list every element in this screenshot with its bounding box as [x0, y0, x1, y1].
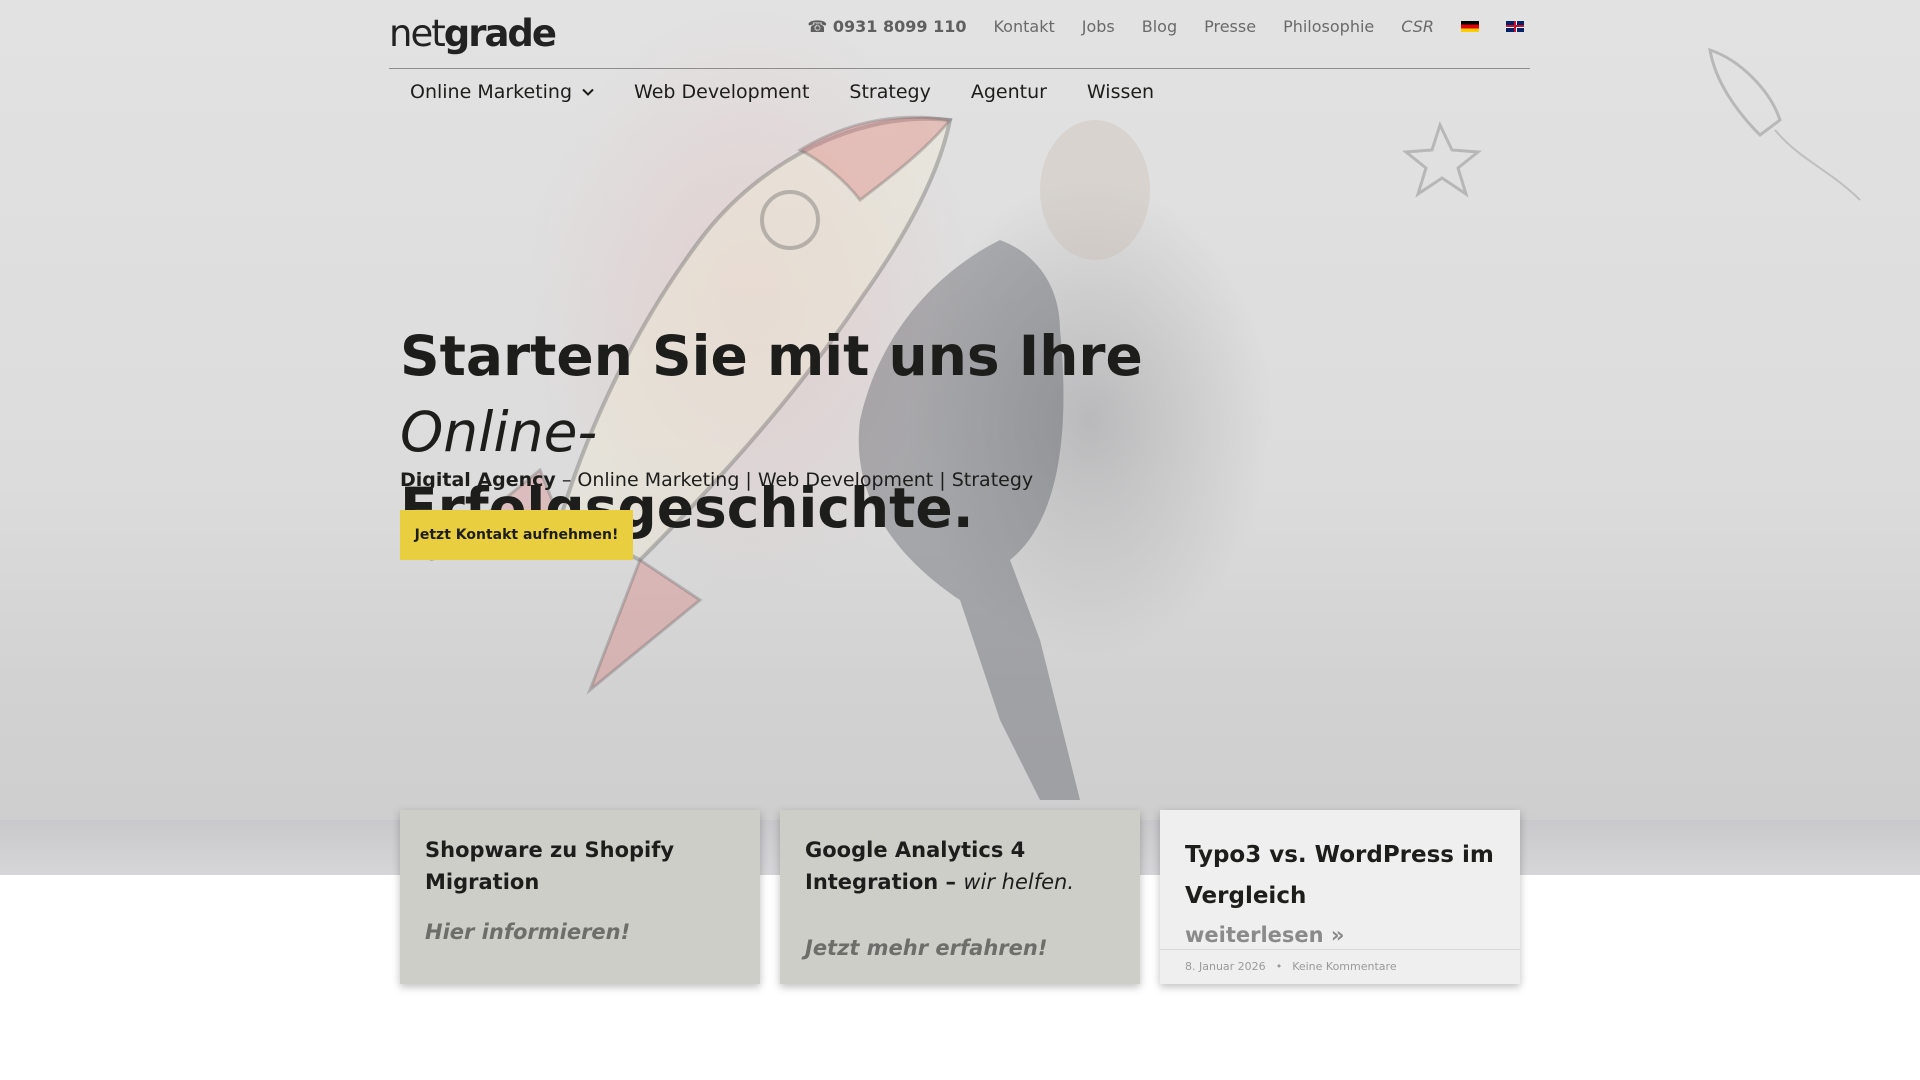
nav-item-wissen[interactable]: Wissen	[1087, 81, 1154, 103]
card-title: Google Analytics 4 Integration – wir hel…	[805, 834, 1116, 898]
topnav-link-philosophie[interactable]: Philosophie	[1283, 17, 1374, 36]
subline-rest: – Online Marketing | Web Development | S…	[555, 469, 1034, 491]
contact-cta-button[interactable]: Jetzt Kontakt aufnehmen!	[400, 510, 633, 560]
netgrade-logo[interactable]: netgrade	[389, 12, 557, 55]
nav-item-strategy[interactable]: Strategy	[849, 81, 930, 103]
nav-item-web-development[interactable]: Web Development	[634, 81, 809, 103]
chevron-down-icon	[582, 88, 594, 96]
hero-subline: Digital Agency – Online Marketing | Web …	[400, 469, 1033, 491]
topnav-link-presse[interactable]: Presse	[1204, 17, 1256, 36]
post-meta: 8. Januar 2026 • Keine Kommentare	[1160, 949, 1520, 973]
card-link[interactable]: Hier informieren!	[425, 920, 736, 944]
card-typo3-wordpress[interactable]: Typo3 vs. WordPress im Vergleich weiterl…	[1160, 810, 1520, 984]
card-link[interactable]: weiterlesen »	[1185, 923, 1496, 947]
topnav-link-blog[interactable]: Blog	[1142, 17, 1177, 36]
card-google-analytics[interactable]: Google Analytics 4 Integration – wir hel…	[780, 810, 1140, 984]
phone-link[interactable]: ☎ 0931 8099 110	[807, 17, 966, 36]
main-navigation: Online Marketing Web Development Strateg…	[410, 78, 1154, 106]
logo-part-2: grade	[443, 12, 557, 55]
card-shopware-shopify[interactable]: Shopware zu Shopify Migration Hier infor…	[400, 810, 760, 984]
de-flag-icon[interactable]	[1461, 20, 1479, 32]
card-title: Shopware zu Shopify Migration	[425, 838, 675, 894]
en-flag-icon[interactable]	[1506, 20, 1524, 32]
nav-item-online-marketing[interactable]: Online Marketing	[410, 81, 594, 103]
top-navigation: ☎ 0931 8099 110 Kontakt Jobs Blog Presse…	[807, 14, 1524, 38]
card-link[interactable]: Jetzt mehr erfahren!	[805, 936, 1116, 960]
nav-item-label: Online Marketing	[410, 81, 573, 103]
topnav-link-jobs[interactable]: Jobs	[1082, 17, 1115, 36]
post-date: 8. Januar 2026	[1185, 960, 1266, 973]
headline-italic: Online-	[400, 400, 598, 464]
topnav-link-csr[interactable]: CSR	[1401, 17, 1434, 36]
card-title: Typo3 vs. WordPress im Vergleich	[1185, 842, 1494, 909]
subline-bold: Digital Agency	[400, 469, 556, 491]
headline-part-1: Starten Sie mit uns Ihre	[400, 324, 1143, 388]
nav-item-agentur[interactable]: Agentur	[971, 81, 1047, 103]
meta-separator: •	[1275, 960, 1283, 973]
comments-link[interactable]: Keine Kommentare	[1292, 960, 1396, 973]
card-title-italic: wir helfen.	[963, 870, 1075, 894]
topnav-link-kontakt[interactable]: Kontakt	[993, 17, 1054, 36]
logo-part-1: net	[389, 12, 446, 55]
header-divider	[389, 68, 1530, 69]
